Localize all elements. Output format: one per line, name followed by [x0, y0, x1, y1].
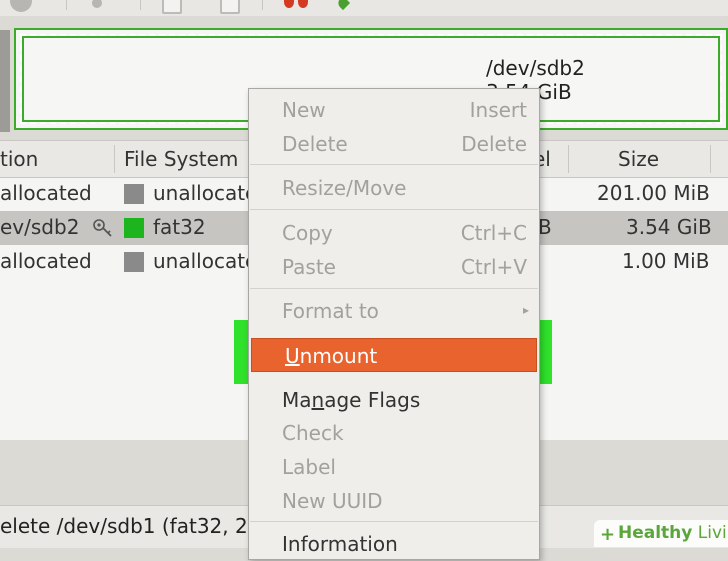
key-icon [93, 219, 112, 237]
row-partition: allocated [0, 181, 92, 205]
menu-item-label: Check [282, 421, 344, 445]
menu-item-label: Paste [282, 255, 336, 279]
menu-item-label: Information [282, 532, 398, 556]
menu-item-new[interactable]: New Insert [249, 93, 539, 127]
row-label: B [538, 215, 552, 239]
menu-item-information[interactable]: Information [249, 527, 539, 561]
cut-icon[interactable] [92, 0, 102, 8]
toolbar-separator [140, 0, 141, 10]
column-header-size[interactable]: Size [618, 147, 659, 171]
menu-separator [250, 209, 538, 210]
mnemonic-n: n [311, 388, 325, 412]
menu-item-label: Manage Flags [282, 388, 421, 412]
undo-icon-2[interactable] [298, 0, 308, 8]
row-size: 1.00 MiB [622, 249, 710, 273]
menu-item-label[interactable]: Label [249, 450, 539, 484]
menu-item-paste[interactable]: Paste Ctrl+V [249, 250, 539, 284]
fs-color-swatch [124, 184, 144, 204]
menu-item-shortcut: Delete [461, 132, 527, 156]
menu-item-delete[interactable]: Delete Delete [249, 127, 539, 161]
menu-separator [250, 521, 538, 522]
menu-item-label: Format to [282, 299, 379, 323]
row-size: 3.54 GiB [626, 215, 712, 239]
toolbar-separator [262, 0, 263, 10]
menu-item-label: Copy [282, 221, 333, 245]
menu-item-copy[interactable]: Copy Ctrl+C [249, 216, 539, 250]
column-divider [114, 145, 115, 173]
row-partition: allocated [0, 249, 92, 273]
watermark: + Healthy Living [594, 520, 728, 547]
menu-item-shortcut: Ctrl+C [460, 221, 527, 245]
menu-separator [250, 164, 538, 165]
menu-item-manage-flags[interactable]: Manage Flags [249, 383, 539, 417]
apply-icon[interactable] [335, 0, 351, 11]
menu-item-check[interactable]: Check [249, 416, 539, 450]
menu-item-resize-move[interactable]: Resize/Move [249, 171, 539, 205]
menu-separator [250, 288, 538, 289]
graph-partition-name: /dev/sdb2 [486, 56, 585, 80]
pending-operation-text: elete /dev/sdb1 (fat32, 20 [0, 514, 261, 538]
submenu-arrow-icon: ▸ [522, 303, 529, 317]
fs-color-swatch [124, 218, 144, 238]
row-filesystem: fat32 [153, 215, 206, 239]
row-size: 201.00 MiB [597, 181, 710, 205]
menu-item-label: Delete [282, 132, 348, 156]
menu-item-new-uuid[interactable]: New UUID [249, 484, 539, 518]
watermark-text: Healthy Living [618, 523, 728, 543]
row-filesystem: unallocate [153, 249, 258, 273]
menu-item-shortcut: Insert [469, 98, 527, 122]
unallocated-graph-segment[interactable] [0, 30, 10, 132]
row-filesystem: unallocate [153, 181, 258, 205]
copy-icon[interactable] [162, 0, 182, 14]
column-divider [568, 145, 569, 173]
column-header-partition[interactable]: tion [0, 147, 38, 171]
menu-item-unmount[interactable]: Unmount [251, 338, 537, 372]
menu-item-label-text: Label [282, 455, 336, 479]
toolbar-separator [66, 0, 67, 10]
menu-item-label: Unmount [285, 344, 378, 368]
menu-item-label: New UUID [282, 489, 383, 513]
mnemonic-u: U [285, 344, 300, 368]
plus-icon: + [600, 524, 616, 545]
column-divider [710, 145, 711, 173]
stop-icon[interactable] [10, 0, 32, 12]
undo-icon[interactable] [284, 0, 294, 8]
row-partition: ev/sdb2 [0, 215, 80, 239]
menu-item-label: New [282, 98, 326, 122]
context-menu: New Insert Delete Delete Resize/Move Cop… [248, 88, 540, 560]
paste-icon[interactable] [220, 0, 240, 14]
column-header-filesystem[interactable]: File System [124, 147, 238, 171]
menu-item-shortcut: Ctrl+V [460, 255, 527, 279]
fs-color-swatch [124, 252, 144, 272]
menu-item-format-to[interactable]: Format to ▸ [249, 294, 539, 328]
toolbar [0, 0, 728, 16]
menu-item-label: Resize/Move [282, 176, 407, 200]
